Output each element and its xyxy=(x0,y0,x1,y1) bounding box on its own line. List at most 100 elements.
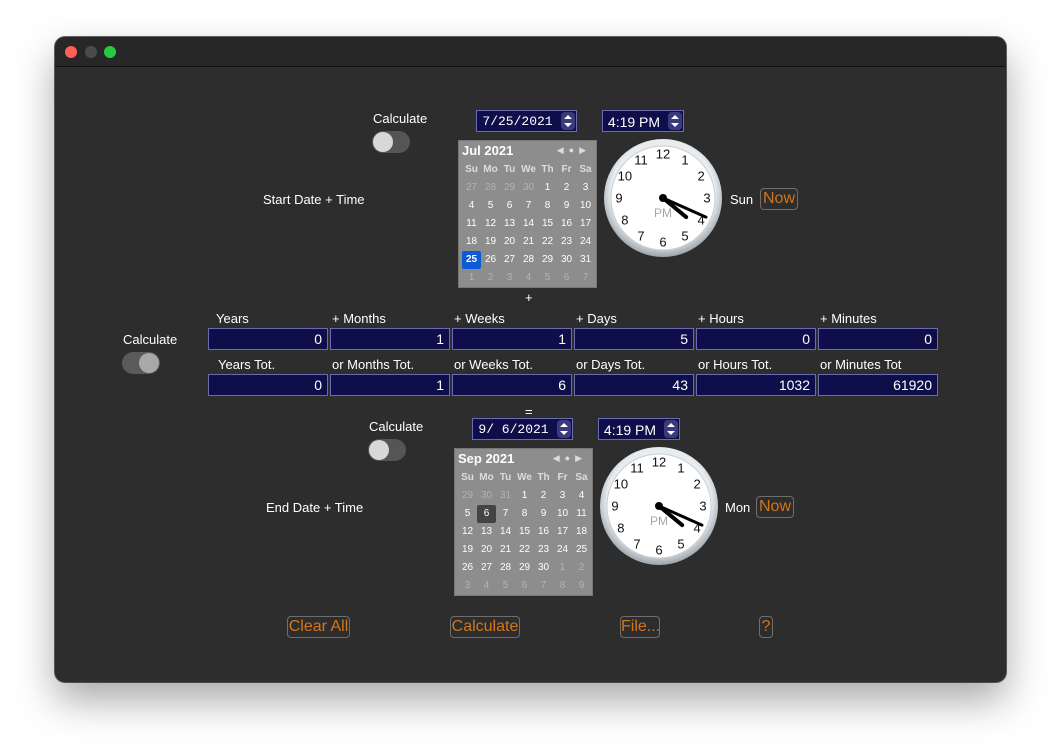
calendar-day[interactable]: 3 xyxy=(553,487,572,505)
zoom-window-button[interactable] xyxy=(104,46,116,58)
calendar-day[interactable]: 26 xyxy=(458,559,477,577)
calendar-day[interactable]: 14 xyxy=(496,523,515,541)
calendar-day[interactable]: 21 xyxy=(519,233,538,251)
end-now-button[interactable]: Now xyxy=(756,496,794,518)
calendar-day[interactable]: 13 xyxy=(500,215,519,233)
calendar-day[interactable]: 1 xyxy=(462,269,481,287)
calendar-day[interactable]: 29 xyxy=(458,487,477,505)
calendar-day[interactable]: 12 xyxy=(458,523,477,541)
calendar-day[interactable]: 17 xyxy=(553,523,572,541)
calendar-day[interactable]: 27 xyxy=(462,179,481,197)
calendar-day[interactable]: 28 xyxy=(519,251,538,269)
start-now-button[interactable]: Now xyxy=(760,188,798,210)
calendar-day[interactable]: 3 xyxy=(458,577,477,595)
start-date-field[interactable]: 7/25/2021 xyxy=(476,110,577,132)
calendar-day[interactable]: 9 xyxy=(534,505,553,523)
calendar-day[interactable]: 5 xyxy=(538,269,557,287)
calendar-day[interactable]: 7 xyxy=(519,197,538,215)
stepper-up-icon[interactable] xyxy=(667,423,675,427)
calendar-nav-icons[interactable]: ◀●▶ xyxy=(557,145,591,156)
calendar-day[interactable]: 4 xyxy=(462,197,481,215)
calendar-day[interactable]: 29 xyxy=(515,559,534,577)
calendar-day[interactable]: 31 xyxy=(496,487,515,505)
calendar-day[interactable]: 5 xyxy=(481,197,500,215)
calendar-day[interactable]: 18 xyxy=(572,523,591,541)
stepper-down-icon[interactable] xyxy=(564,123,572,127)
close-window-button[interactable] xyxy=(65,46,77,58)
end-calendar-grid[interactable]: Su Mo Tu We Th Fr Sa 29 30 31 1 2 3 4 5 6 7 8 9 10 11 12 13 14 1… xyxy=(458,469,591,595)
calendar-day[interactable]: 20 xyxy=(477,541,496,559)
calendar-day[interactable]: 7 xyxy=(534,577,553,595)
duration-calculate-toggle[interactable] xyxy=(122,352,160,374)
duration-input[interactable]: 0 xyxy=(818,328,938,350)
start-calculate-toggle[interactable] xyxy=(372,131,410,153)
total-input[interactable]: 43 xyxy=(574,374,694,396)
calendar-day[interactable]: 8 xyxy=(515,505,534,523)
calendar-day[interactable]: 30 xyxy=(519,179,538,197)
calendar-day[interactable]: 10 xyxy=(553,505,572,523)
start-date-stepper[interactable] xyxy=(561,112,575,130)
calendar-day[interactable]: 16 xyxy=(557,215,576,233)
calendar-day[interactable]: 15 xyxy=(515,523,534,541)
calendar-day[interactable]: 22 xyxy=(538,233,557,251)
help-button[interactable]: ? xyxy=(759,616,773,638)
calendar-nav-icons[interactable]: ◀●▶ xyxy=(553,453,587,464)
total-input[interactable]: 61920 xyxy=(818,374,938,396)
total-input[interactable]: 1 xyxy=(330,374,450,396)
calendar-day[interactable]: 3 xyxy=(500,269,519,287)
calendar-day[interactable]: 28 xyxy=(481,179,500,197)
calendar-day[interactable]: 9 xyxy=(572,577,591,595)
total-input[interactable]: 0 xyxy=(208,374,328,396)
calendar-day[interactable]: 4 xyxy=(477,577,496,595)
calendar-day[interactable]: 13 xyxy=(477,523,496,541)
calendar-day[interactable]: 28 xyxy=(496,559,515,577)
calendar-day[interactable]: 2 xyxy=(481,269,500,287)
calendar-day[interactable]: 27 xyxy=(500,251,519,269)
end-calendar[interactable]: Sep 2021 ◀●▶ Su Mo Tu We Th Fr Sa 29 30 31 1 2 3 4 5 6 7… xyxy=(454,448,593,596)
calendar-day[interactable]: 5 xyxy=(496,577,515,595)
calendar-day[interactable]: 2 xyxy=(557,179,576,197)
calendar-day[interactable]: 30 xyxy=(477,487,496,505)
duration-input[interactable]: 1 xyxy=(330,328,450,350)
calendar-day[interactable]: 12 xyxy=(481,215,500,233)
calendar-day[interactable]: 25 xyxy=(572,541,591,559)
calendar-day[interactable]: 23 xyxy=(557,233,576,251)
calendar-day[interactable]: 29 xyxy=(538,251,557,269)
calendar-day[interactable]: 1 xyxy=(515,487,534,505)
clear-all-button[interactable]: Clear All xyxy=(287,616,350,638)
start-time-stepper[interactable] xyxy=(668,112,682,130)
calculate-button[interactable]: Calculate xyxy=(450,616,520,638)
calendar-day[interactable]: 19 xyxy=(481,233,500,251)
end-date-stepper[interactable] xyxy=(557,420,571,438)
end-time-stepper[interactable] xyxy=(664,420,678,438)
calendar-day[interactable]: 3 xyxy=(576,179,595,197)
calendar-day[interactable]: 11 xyxy=(572,505,591,523)
calendar-day[interactable]: 4 xyxy=(572,487,591,505)
calendar-day[interactable]: 2 xyxy=(572,559,591,577)
calendar-day[interactable]: 20 xyxy=(500,233,519,251)
stepper-up-icon[interactable] xyxy=(564,115,572,119)
calendar-day[interactable]: 18 xyxy=(462,233,481,251)
calendar-day[interactable]: 8 xyxy=(538,197,557,215)
calendar-day[interactable]: 2 xyxy=(534,487,553,505)
calendar-day[interactable]: 6 xyxy=(557,269,576,287)
minimize-window-button[interactable] xyxy=(85,46,97,58)
duration-input[interactable]: 0 xyxy=(208,328,328,350)
stepper-down-icon[interactable] xyxy=(560,431,568,435)
calendar-day[interactable]: 8 xyxy=(553,577,572,595)
calendar-day[interactable]: 5 xyxy=(458,505,477,523)
calendar-day[interactable]: 1 xyxy=(538,179,557,197)
calendar-day[interactable]: 11 xyxy=(462,215,481,233)
end-date-field[interactable]: 9/ 6/2021 xyxy=(472,418,573,440)
calendar-day[interactable]: 24 xyxy=(553,541,572,559)
start-time-field[interactable]: 4:19 PM xyxy=(602,110,684,132)
start-calendar[interactable]: Jul 2021 ◀●▶ Su Mo Tu We Th Fr Sa 27 28 29 30 1 2 3 4 5… xyxy=(458,140,597,288)
stepper-up-icon[interactable] xyxy=(671,115,679,119)
stepper-down-icon[interactable] xyxy=(671,123,679,127)
calendar-day[interactable]: 22 xyxy=(515,541,534,559)
calendar-day[interactable]: 7 xyxy=(576,269,595,287)
calendar-day[interactable]: 1 xyxy=(553,559,572,577)
duration-input[interactable]: 5 xyxy=(574,328,694,350)
total-input[interactable]: 6 xyxy=(452,374,572,396)
calendar-day[interactable]: 27 xyxy=(477,559,496,577)
